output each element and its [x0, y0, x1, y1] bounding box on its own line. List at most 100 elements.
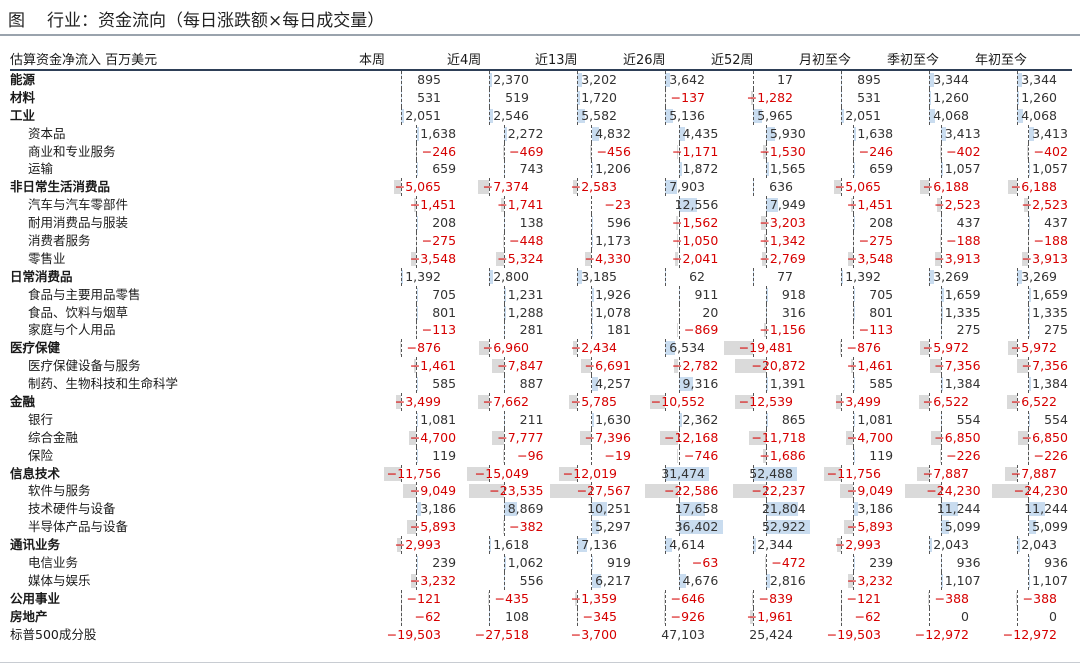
row-label: 技术硬件与设备	[28, 501, 116, 517]
zero-axis	[503, 303, 505, 322]
zero-axis	[853, 214, 855, 233]
value-cell: 1,618	[445, 536, 533, 555]
zero-axis	[1028, 232, 1030, 250]
value-cell: 1,638	[810, 124, 897, 143]
value-cell: −12,972	[885, 626, 973, 644]
header-label: 估算资金净流入 百万美元	[10, 53, 158, 68]
value-cell: 4,832	[548, 124, 635, 143]
value-cell: 12,556	[635, 196, 722, 215]
cell-value: 3,186	[857, 501, 894, 517]
zero-axis	[401, 71, 402, 89]
value-cell: 936	[985, 554, 1072, 572]
cell-value: 17	[777, 72, 793, 87]
bottom-rule	[0, 662, 1080, 663]
cell-value: −3,548	[846, 250, 894, 266]
zero-axis	[503, 142, 505, 161]
zero-axis	[853, 160, 855, 179]
cell-value: −746	[683, 447, 719, 463]
cell-value: −23,535	[489, 483, 544, 499]
value-cell: 211	[460, 410, 547, 429]
value-cell: −121	[797, 589, 885, 608]
value-cell: −11,718	[722, 428, 809, 447]
value-cell: −402	[985, 142, 1072, 161]
row-label: 综合金融	[28, 429, 79, 445]
zero-axis	[1028, 124, 1030, 143]
cell-value: −3,548	[409, 250, 457, 266]
cell-value: 936	[956, 555, 981, 571]
value-cell: 437	[985, 214, 1072, 233]
table-row: 综合金融 −4,700 −7,777 −7,396 −12,168 −11,718 −4,7…	[10, 428, 1072, 447]
cell-value: 2,546	[493, 107, 529, 123]
cell-value: −448	[509, 233, 544, 249]
cell-value: −7,356	[1021, 358, 1068, 374]
cell-value: −3,499	[394, 394, 441, 410]
zero-axis	[401, 88, 402, 107]
zero-axis	[766, 285, 768, 304]
value-cell: 1,720	[533, 88, 621, 107]
value-cell: 20	[635, 303, 722, 322]
cell-value: 1,872	[682, 161, 719, 177]
zero-axis	[503, 554, 505, 572]
value-cell: −1,156	[722, 321, 809, 340]
cell-value: −4,330	[584, 250, 631, 266]
cell-value: 918	[781, 286, 806, 302]
table-row: 电信业务 239 1,062 919 −63 −472 239 936 936	[10, 554, 1072, 572]
cell-value: −402	[1033, 143, 1068, 159]
value-cell: −7,777	[460, 428, 547, 447]
cell-value: 5,930	[769, 125, 806, 141]
cell-value: 887	[519, 376, 544, 392]
value-cell: −5,065	[357, 178, 445, 197]
table-row: 食品、饮料与烟草 801 1,288 1,078 20 316 801 1,335 1,335	[10, 303, 1072, 322]
value-cell: 36,402	[635, 518, 723, 537]
value-cell: −345	[533, 607, 621, 626]
cell-value: 6,217	[595, 572, 631, 588]
value-cell: −5,324	[460, 249, 547, 268]
cell-value: 5,582	[581, 107, 617, 123]
cell-value: −6,850	[934, 429, 981, 445]
zero-axis	[665, 88, 666, 107]
value-cell: −1,451	[810, 196, 897, 215]
cell-value: 1,926	[595, 286, 631, 302]
value-cell: 281	[460, 321, 547, 340]
cell-value: −5,972	[1010, 340, 1057, 356]
value-cell: −2,583	[533, 178, 621, 197]
cell-value: −246	[858, 143, 894, 159]
cell-value: −3,232	[846, 572, 894, 588]
col-header-26w: 近26周	[623, 53, 666, 68]
zero-axis	[591, 232, 593, 250]
zero-axis	[853, 410, 855, 429]
cell-value: 437	[1044, 215, 1068, 231]
cell-value: −5,972	[922, 340, 969, 356]
cell-value: −7,356	[934, 358, 981, 374]
table-row: 家庭与个人用品 −113 281 181 −869 −1,156 −113 275 275	[10, 321, 1072, 340]
zero-axis	[416, 321, 418, 340]
col-header-13w: 近13周	[535, 53, 578, 68]
value-cell: −188	[985, 232, 1072, 250]
zero-axis	[591, 571, 593, 590]
value-cell: −1,530	[722, 142, 809, 161]
zero-axis	[1017, 536, 1018, 555]
row-label: 能源	[10, 72, 36, 87]
value-cell: 6,534	[621, 339, 709, 358]
cell-value: 4,068	[1021, 107, 1057, 123]
value-cell: 31,474	[621, 464, 709, 483]
zero-axis	[665, 71, 666, 89]
cell-value: 239	[869, 555, 894, 571]
zero-axis	[503, 446, 505, 465]
cell-value: 1,392	[405, 268, 441, 284]
value-cell: 1,081	[810, 410, 897, 429]
value-cell: −7,356	[897, 357, 984, 376]
value-cell: −746	[635, 446, 722, 465]
table-row: 资本品 1,638 2,272 4,832 4,435 5,930 1,638 3,413 3,…	[10, 124, 1072, 143]
value-cell: −2,041	[635, 249, 722, 268]
cell-value: 275	[1044, 322, 1068, 338]
value-cell: −448	[460, 232, 547, 250]
zero-axis	[929, 607, 930, 626]
value-cell: −20,872	[722, 357, 809, 376]
zero-axis	[940, 321, 942, 340]
value-cell: −63	[635, 554, 722, 572]
cell-value: 1,081	[420, 411, 457, 427]
cell-value: −275	[858, 233, 894, 249]
cell-value: 636	[769, 179, 793, 195]
cell-value: 1,638	[857, 125, 894, 141]
